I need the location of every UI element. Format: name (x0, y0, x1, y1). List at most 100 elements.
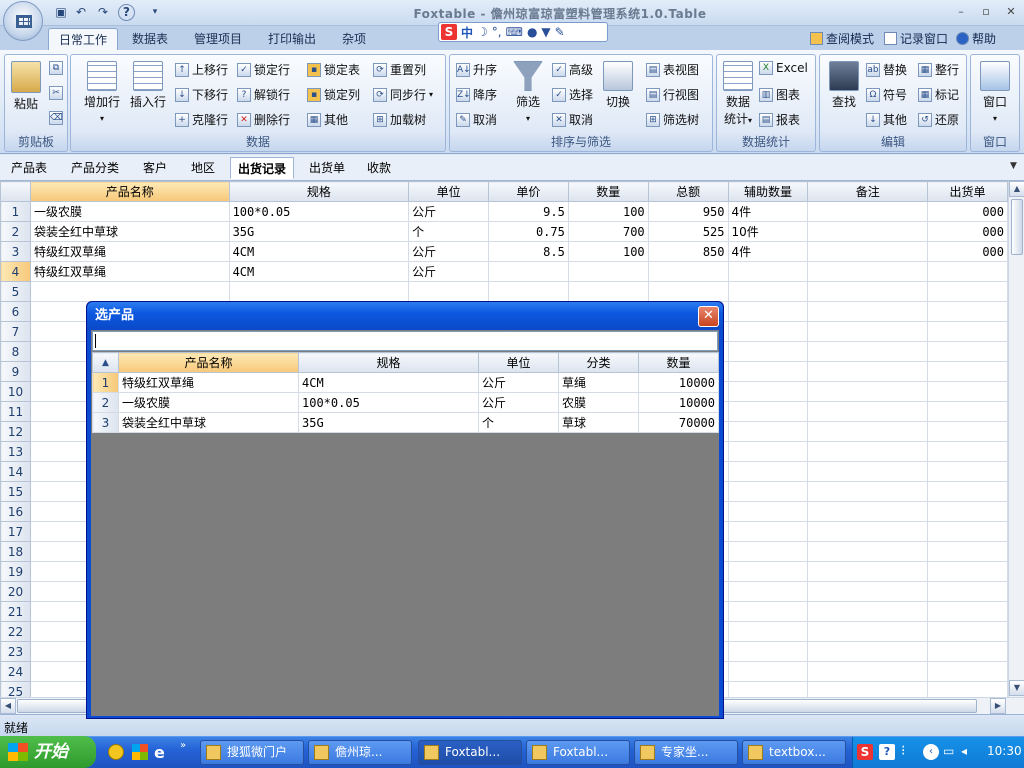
table-cell[interactable] (807, 481, 929, 502)
table-row[interactable]: 1 一级农膜 100*0.05 公斤 9.5 100 950 4件 000 (0, 201, 1008, 222)
sheet-tab-shipment-order[interactable]: 出货单 (302, 157, 352, 179)
punct-icon[interactable]: °, (492, 25, 502, 39)
table-cell[interactable] (927, 481, 1008, 502)
col-header[interactable]: 单价 (488, 181, 569, 202)
tidy-row-button[interactable]: ▦ 整行 (918, 61, 959, 78)
tab-print-output[interactable]: 打印输出 (258, 28, 326, 50)
table-cell[interactable] (727, 261, 809, 282)
shirt-icon[interactable]: ▼ (541, 25, 550, 39)
replace-button[interactable]: ab 替换 (866, 61, 907, 78)
data-stats-button[interactable]: 数据 统计▾ (719, 61, 757, 127)
product-row[interactable]: 3 袋装全红中草球 35G 个草球 70000 (92, 412, 719, 433)
lock-table-button[interactable]: ▪ 锁定表 (307, 61, 360, 78)
sheet-tab-product[interactable]: 产品表 (4, 157, 54, 179)
table-cell[interactable]: 公斤 (408, 241, 489, 262)
col-header[interactable]: 产品名称 (29, 181, 230, 202)
table-cell[interactable]: 10件 (727, 221, 809, 242)
table-cell[interactable] (807, 541, 929, 562)
scroll-thumb[interactable] (1011, 199, 1023, 255)
row-number[interactable]: 6 (0, 301, 31, 322)
table-cell[interactable] (727, 441, 809, 462)
product-cell[interactable]: 草绳 (558, 372, 639, 393)
table-cell[interactable] (727, 561, 809, 582)
scroll-left-icon[interactable]: ◀ (0, 698, 16, 714)
help-tray-icon[interactable]: ? (879, 744, 895, 760)
insert-row-button[interactable]: 插入行 (125, 61, 171, 110)
paste-button[interactable]: 粘贴 (9, 61, 43, 112)
table-cell[interactable] (807, 661, 929, 682)
redo-icon[interactable]: ↷ (94, 4, 112, 21)
table-cell[interactable] (927, 301, 1008, 322)
table-cell[interactable]: 100*0.05 (228, 201, 410, 222)
save-icon[interactable]: ▣ (52, 4, 70, 21)
volume-tray-icon[interactable]: ◂ (961, 744, 967, 758)
scroll-right-icon[interactable]: ▶ (990, 698, 1006, 714)
row-number[interactable]: 9 (0, 361, 31, 382)
record-window-button[interactable]: 记录窗口 (884, 30, 948, 47)
sheet-tab-region[interactable]: 地区 (184, 157, 222, 179)
table-cell[interactable] (807, 501, 929, 522)
table-cell[interactable]: 525 (647, 221, 729, 242)
sort-cancel-button[interactable]: ✎ 取消 (456, 111, 497, 128)
product-row[interactable]: 2 一级农膜 100*0.05 公斤 农膜 10000 (92, 392, 719, 413)
table-cell[interactable] (807, 641, 929, 662)
taskbar-task-button[interactable]: Foxtabl... (418, 740, 522, 765)
row-number[interactable]: 16 (0, 501, 31, 522)
table-cell[interactable] (927, 561, 1008, 582)
table-row[interactable]: 5 (0, 281, 1008, 302)
clone-row-button[interactable]: + 克隆行 (175, 111, 228, 128)
other-button[interactable]: ▦ 其他 (307, 111, 348, 128)
table-view-button[interactable]: ▤ 表视图 (646, 61, 699, 78)
moon-icon[interactable]: ☽ (477, 25, 488, 39)
table-cell[interactable] (29, 281, 230, 302)
table-cell[interactable] (807, 281, 929, 302)
product-cell[interactable]: 35G (298, 412, 479, 433)
clock[interactable]: 10:30 (987, 744, 1022, 758)
col-header[interactable]: 单位 (478, 352, 559, 373)
taskbar-task-button[interactable]: 儋州琼... (308, 740, 412, 765)
table-cell[interactable] (567, 261, 649, 282)
table-cell[interactable] (727, 601, 809, 622)
network-tray-icon[interactable]: ⁝ (901, 743, 905, 759)
find-button[interactable]: 查找 (824, 61, 864, 110)
table-cell[interactable]: 4CM (228, 241, 410, 262)
product-grid[interactable]: ▲ 产品名称 规格 单位 分类 数量 1 特级红双草绳 4CM 公斤 草绳 10000 2 一… (92, 352, 719, 433)
table-cell[interactable]: 850 (647, 241, 729, 262)
restore-button[interactable]: ↺ 还原 (918, 111, 959, 128)
table-cell[interactable] (807, 261, 929, 282)
table-cell[interactable] (927, 541, 1008, 562)
table-cell[interactable] (927, 641, 1008, 662)
row-number[interactable]: 8 (0, 341, 31, 362)
app-menu-button[interactable] (3, 1, 43, 41)
table-cell[interactable] (927, 361, 1008, 382)
table-cell[interactable] (807, 201, 929, 222)
col-header[interactable]: 规格 (228, 181, 410, 202)
table-cell[interactable]: 35G (228, 221, 410, 242)
show-desktop-icon[interactable] (132, 744, 148, 760)
table-cell[interactable] (488, 281, 569, 302)
product-cell[interactable]: 70000 (638, 412, 719, 433)
table-cell[interactable] (807, 401, 929, 422)
row-number[interactable]: 19 (0, 561, 31, 582)
tab-data-table[interactable]: 数据表 (122, 28, 178, 50)
table-cell[interactable]: 个 (408, 221, 489, 242)
table-cell[interactable]: 000 (927, 241, 1008, 262)
table-cell[interactable]: 950 (647, 201, 729, 222)
cut-button[interactable]: ✂ (49, 86, 63, 100)
start-button[interactable]: 开始 (0, 736, 96, 768)
row-number[interactable]: 4 (0, 261, 31, 282)
table-cell[interactable] (727, 641, 809, 662)
table-cell[interactable] (807, 461, 929, 482)
table-cell[interactable] (727, 321, 809, 342)
table-cell[interactable]: 100 (567, 201, 649, 222)
chart-button[interactable]: ▥ 图表 (759, 86, 800, 103)
excel-button[interactable]: X Excel (759, 61, 808, 75)
wrench-icon[interactable]: ✎ (555, 25, 565, 39)
table-cell[interactable]: 000 (927, 221, 1008, 242)
sogou-tray-icon[interactable]: S (857, 744, 873, 760)
table-cell[interactable] (927, 521, 1008, 542)
col-header[interactable]: 产品名称 (118, 352, 299, 373)
sync-row-button[interactable]: ⟳ 同步行 ▾ (373, 86, 433, 103)
table-cell[interactable] (927, 601, 1008, 622)
row-number[interactable]: 5 (0, 281, 31, 302)
